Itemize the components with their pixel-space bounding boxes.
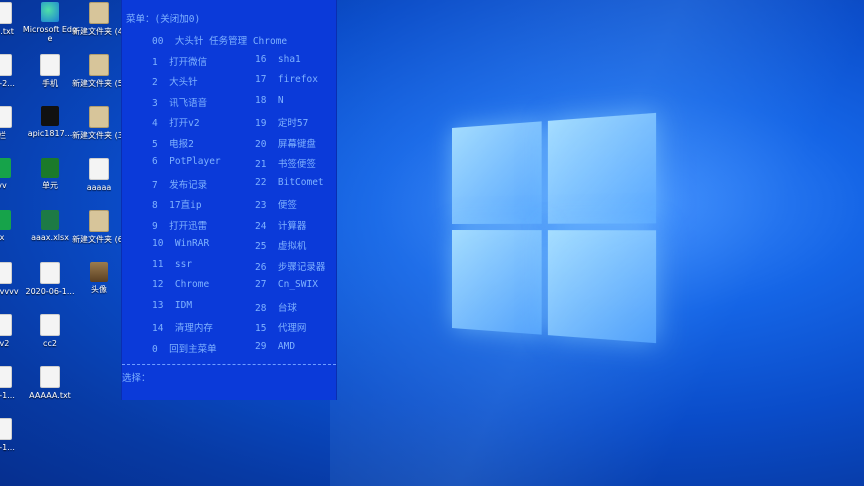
file-icon (0, 106, 12, 128)
menu-item-right: 29 AMD (255, 340, 296, 352)
file-icon (0, 262, 12, 284)
file-icon (0, 314, 12, 336)
desktop-icon-label: apic1817... (27, 129, 73, 138)
desktop-icon[interactable]: apic1817... (22, 106, 78, 166)
menu-item-right: 24 计算器 (255, 220, 307, 232)
desktop-icon-label: Microsoft Edge (22, 25, 78, 43)
menu-item-left: 14 清理内存 (152, 323, 213, 334)
menu-item-right: 28 台球 (255, 302, 297, 314)
folder-icon (89, 54, 109, 76)
file-icon (0, 418, 12, 440)
folder-icon (89, 2, 109, 24)
desktop-icon[interactable]: Microsoft Edge (22, 2, 78, 62)
desktop-icon-label: AAAAA.txt (29, 391, 71, 400)
logo-pane (452, 230, 542, 335)
console-separator (122, 364, 336, 365)
desktop-icon-label: 新建文件夹 (5) (72, 79, 126, 88)
desktop-icon[interactable]: 新建文件夹 (4) (71, 2, 127, 62)
green-icon (0, 210, 11, 230)
menu-item-left: 7 发布记录 (152, 179, 208, 191)
menu-item-right: 21 书签便签 (255, 159, 316, 170)
menu-item-right: 20 屏幕键盘 (255, 138, 316, 150)
console-window[interactable]: 菜单：(关闭加0) 00 大头针 任务管理 Chrome 1 打开微信 2 大头针 3… (121, 0, 337, 400)
menu-item-right: 17 firefox (255, 74, 318, 85)
menu-item-left: 13 IDM (152, 299, 193, 311)
menu-item-left: 6 PotPlayer (152, 156, 221, 167)
desktop-icon-label: 手机 (42, 79, 58, 88)
menu-item-right: 25 虚拟机 (255, 241, 307, 252)
xls-icon (41, 210, 59, 230)
menu-item-left: 12 Chrome (152, 279, 210, 290)
black-icon (41, 106, 59, 126)
file-icon (89, 158, 109, 180)
menu-item-left: 2 大头针 (152, 77, 198, 88)
folder-icon (89, 106, 109, 128)
menu-item-right: 22 BitComet (255, 176, 324, 188)
menu-item-left: 10 WinRAR (152, 238, 210, 249)
file-icon (0, 2, 12, 24)
logo-pane (547, 112, 657, 224)
menu-item-right: 16 sha1 (255, 53, 301, 65)
menu-item-left: 4 打开v2 (152, 118, 200, 129)
desktop-icon[interactable]: 2020-06-1... (22, 262, 78, 322)
desktop-icon-label: 新建文件夹 (6) (72, 235, 126, 244)
desktop-icon[interactable]: cc2 (22, 314, 78, 374)
menu-item-left: 0 回到主菜单 (152, 343, 217, 355)
menu-item-left: 3 讯飞语音 (152, 97, 208, 109)
desktop-icon[interactable]: 单元 (22, 158, 78, 218)
desktop-icon-label: 单元 (42, 181, 58, 190)
pic-icon (90, 262, 108, 282)
desktop-icon[interactable]: 手机 (22, 54, 78, 114)
windows-logo-wallpaper (452, 112, 657, 344)
desktop-icon[interactable]: 头像 (71, 262, 127, 322)
file-icon (40, 314, 60, 336)
desktop-icon-label: 06-1... (0, 443, 15, 452)
console-prompt[interactable]: 选择： (122, 370, 151, 384)
file-icon (40, 262, 60, 284)
menu-item-left: 11 ssr (152, 258, 193, 270)
desktop-icon-label: 新建文件夹 (4) (72, 27, 126, 36)
file-icon (0, 366, 12, 388)
menu-item-right: 27 Cn_SWIX (255, 279, 318, 290)
desktop-icon[interactable]: 新建文件夹 (5) (71, 54, 127, 114)
desktop-icon[interactable]: aaaaa (71, 158, 127, 218)
desktop-icon-label: aaaaa (86, 183, 112, 192)
desktop-icon-label: 2020-06-1... (25, 287, 75, 296)
folder-icon (89, 210, 109, 232)
file-icon (0, 54, 12, 76)
logo-pane (452, 121, 542, 224)
file-icon (40, 54, 60, 76)
menu-item-right: 19 定时57 (255, 118, 309, 129)
desktop-icon-label: cc2 (43, 339, 57, 348)
menu-item-right: 26 步骤记录器 (255, 261, 326, 273)
file-icon (40, 366, 60, 388)
desktop-icon[interactable]: aaax.xlsx (22, 210, 78, 270)
desktop-icon[interactable]: 新建文件夹 (3) (71, 106, 127, 166)
desktop-icon-label: aaax.xlsx (31, 233, 69, 242)
desktop-icon[interactable]: 06-1... (0, 418, 30, 478)
logo-pane (547, 230, 657, 344)
menu-item-left: 9 打开迅雷 (152, 220, 208, 232)
desktop-icon[interactable]: AAAAA.txt (22, 366, 78, 426)
menu-item-left: 8 17直ip (152, 200, 202, 211)
menu-item-left: 5 电报2 (152, 138, 194, 150)
console-header: 菜单：(关闭加0) (126, 14, 201, 25)
green-icon (0, 158, 11, 178)
tree-icon (41, 158, 59, 178)
desktop-icon-label: 新建文件夹 (3) (72, 131, 126, 140)
menu-item-right: 15 代理网 (255, 323, 307, 334)
menu-item-right: 23 便签 (255, 200, 297, 211)
menu-item-left: 1 打开微信 (152, 56, 208, 68)
menu-item-left: 00 大头针 任务管理 Chrome (152, 36, 288, 47)
edge-icon (41, 2, 59, 22)
menu-item-right: 18 N (255, 94, 284, 106)
desktop-icon-label: 头像 (91, 285, 107, 294)
desktop-icon[interactable]: 新建文件夹 (6) (71, 210, 127, 270)
